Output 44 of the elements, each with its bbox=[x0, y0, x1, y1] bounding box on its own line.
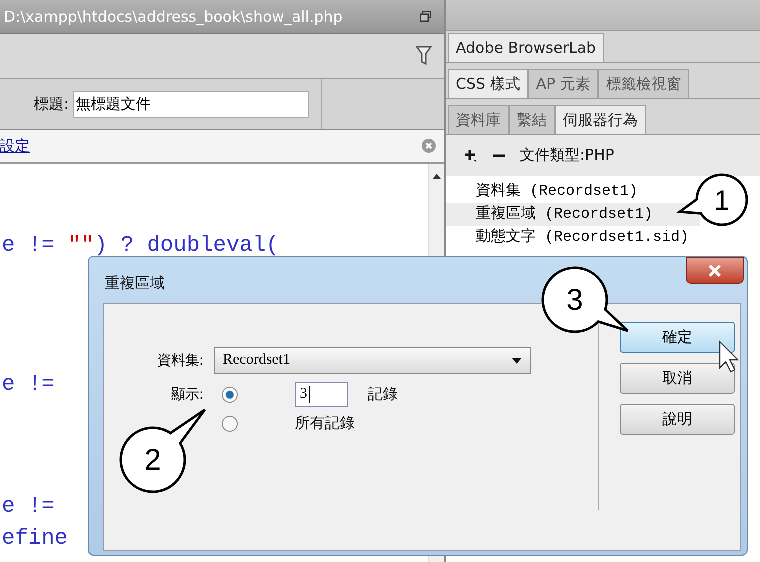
radio-button[interactable] bbox=[222, 416, 238, 432]
record-count-field[interactable]: 3 bbox=[295, 382, 348, 407]
title-input-field[interactable]: 無標題文件 bbox=[73, 90, 310, 118]
server-behavior-item[interactable]: 重複區域 (Recordset1) bbox=[446, 203, 700, 226]
panel-tab[interactable]: Adobe BrowserLab bbox=[448, 33, 604, 62]
panel-tab[interactable]: 標籤檢視窗 bbox=[598, 69, 690, 98]
close-icon bbox=[708, 264, 722, 276]
all-records-label: 所有記錄 bbox=[295, 414, 355, 433]
minus-icon[interactable] bbox=[492, 154, 506, 158]
close-button[interactable] bbox=[686, 257, 744, 284]
panel-tab[interactable]: AP 元素 bbox=[528, 69, 598, 98]
server-behavior-item[interactable]: 動態文字 (Recordset1.sid) bbox=[446, 226, 700, 249]
dialog-button[interactable]: 取消 bbox=[620, 363, 735, 394]
callout-number: 3 bbox=[566, 284, 584, 317]
panel-tab[interactable]: 伺服器行為 bbox=[555, 105, 646, 134]
dialog-title: 重複區域 bbox=[105, 274, 165, 293]
document-path: D:\xampp\htdocs\address_book\show_all.php bbox=[4, 8, 343, 26]
panel-tab[interactable]: 資料庫 bbox=[448, 105, 509, 134]
settings-link[interactable]: 設定 bbox=[0, 136, 30, 156]
panel-tab[interactable]: CSS 樣式 bbox=[448, 69, 528, 98]
scroll-up-icon[interactable] bbox=[432, 174, 440, 179]
code-line: e != "") ? doubleval( bbox=[2, 232, 280, 260]
panel-tab[interactable]: 繫結 bbox=[509, 105, 555, 134]
restore-window-icon[interactable] bbox=[420, 11, 432, 22]
dialog-button[interactable]: 說明 bbox=[620, 404, 735, 435]
close-icon[interactable] bbox=[422, 139, 436, 153]
server-behavior-item[interactable]: 資料集 (Recordset1) bbox=[446, 180, 700, 203]
code-line: efine bbox=[2, 525, 68, 553]
radio-button[interactable] bbox=[222, 386, 238, 402]
recordset-dropdown[interactable]: Recordset1 bbox=[214, 347, 531, 374]
document-type-label: 文件類型:PHP bbox=[520, 146, 614, 165]
filter-icon[interactable] bbox=[416, 46, 432, 66]
code-line: e != bbox=[2, 371, 55, 399]
records-label: 記錄 bbox=[368, 385, 398, 404]
mouse-cursor-icon bbox=[719, 340, 740, 373]
dialog-button[interactable]: 確定 bbox=[620, 322, 735, 353]
show-label: 顯示: bbox=[171, 386, 205, 404]
dropdown-arrow-icon bbox=[512, 358, 522, 364]
callout-number: 1 bbox=[714, 185, 730, 216]
plus-icon[interactable] bbox=[464, 148, 478, 162]
recordset-label: 資料集: bbox=[157, 352, 205, 370]
callout-number: 2 bbox=[144, 444, 162, 477]
title-label: 標題: bbox=[34, 94, 70, 114]
code-line: e != bbox=[2, 493, 55, 521]
